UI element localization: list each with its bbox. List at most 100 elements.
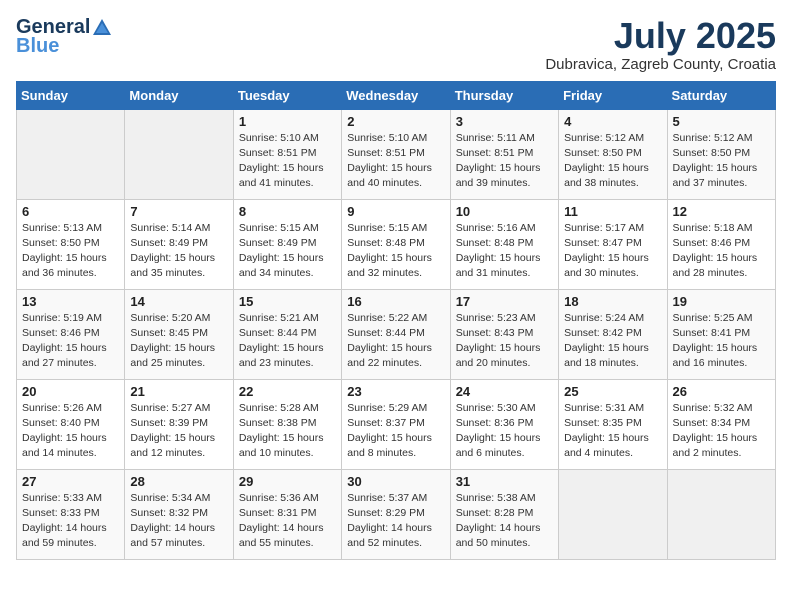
day-info-line: Daylight: 15 hours and 34 minutes. [239,251,336,281]
weekday-header: Sunday [17,81,125,109]
day-info-line: Sunrise: 5:26 AM [22,401,119,416]
day-info-line: Sunset: 8:49 PM [130,236,227,251]
calendar-cell: 21Sunrise: 5:27 AMSunset: 8:39 PMDayligh… [125,379,233,469]
day-info-line: Sunrise: 5:13 AM [22,221,119,236]
day-info-line: Sunrise: 5:36 AM [239,491,336,506]
calendar-cell: 15Sunrise: 5:21 AMSunset: 8:44 PMDayligh… [233,289,341,379]
day-info-line: Daylight: 15 hours and 30 minutes. [564,251,661,281]
calendar-cell: 18Sunrise: 5:24 AMSunset: 8:42 PMDayligh… [559,289,667,379]
day-info-line: Daylight: 15 hours and 16 minutes. [673,341,770,371]
day-number: 9 [347,204,444,219]
calendar-cell: 17Sunrise: 5:23 AMSunset: 8:43 PMDayligh… [450,289,558,379]
day-info-line: Daylight: 14 hours and 55 minutes. [239,521,336,551]
calendar-cell: 12Sunrise: 5:18 AMSunset: 8:46 PMDayligh… [667,199,775,289]
day-number: 16 [347,294,444,309]
day-info-line: Sunset: 8:51 PM [347,146,444,161]
calendar-cell: 14Sunrise: 5:20 AMSunset: 8:45 PMDayligh… [125,289,233,379]
day-info-line: Sunset: 8:39 PM [130,416,227,431]
calendar-cell: 9Sunrise: 5:15 AMSunset: 8:48 PMDaylight… [342,199,450,289]
day-info-line: Sunrise: 5:19 AM [22,311,119,326]
calendar-cell: 4Sunrise: 5:12 AMSunset: 8:50 PMDaylight… [559,109,667,199]
calendar-week-row: 20Sunrise: 5:26 AMSunset: 8:40 PMDayligh… [17,379,776,469]
day-info-line: Sunset: 8:31 PM [239,506,336,521]
weekday-header: Saturday [667,81,775,109]
day-info-line: Sunrise: 5:18 AM [673,221,770,236]
calendar-week-row: 27Sunrise: 5:33 AMSunset: 8:33 PMDayligh… [17,469,776,559]
day-info-line: Sunset: 8:51 PM [239,146,336,161]
day-info-line: Daylight: 15 hours and 12 minutes. [130,431,227,461]
calendar-cell: 13Sunrise: 5:19 AMSunset: 8:46 PMDayligh… [17,289,125,379]
location-subtitle: Dubravica, Zagreb County, Croatia [545,56,776,73]
day-info-line: Daylight: 15 hours and 27 minutes. [22,341,119,371]
day-info-line: Sunrise: 5:12 AM [564,131,661,146]
weekday-header: Wednesday [342,81,450,109]
day-number: 15 [239,294,336,309]
day-info-line: Daylight: 15 hours and 31 minutes. [456,251,553,281]
day-info-line: Sunset: 8:37 PM [347,416,444,431]
day-info-line: Sunrise: 5:20 AM [130,311,227,326]
day-info-line: Sunrise: 5:37 AM [347,491,444,506]
day-info-line: Sunrise: 5:33 AM [22,491,119,506]
day-info-line: Sunset: 8:29 PM [347,506,444,521]
day-info-line: Sunset: 8:46 PM [673,236,770,251]
day-info-line: Daylight: 15 hours and 10 minutes. [239,431,336,461]
day-number: 27 [22,474,119,489]
calendar-header-row: SundayMondayTuesdayWednesdayThursdayFrid… [17,81,776,109]
page-header: General Blue July 2025 Dubravica, Zagreb… [16,16,776,73]
day-info-line: Sunrise: 5:17 AM [564,221,661,236]
calendar-cell: 11Sunrise: 5:17 AMSunset: 8:47 PMDayligh… [559,199,667,289]
logo-icon [91,17,113,39]
day-info-line: Sunset: 8:50 PM [564,146,661,161]
calendar-cell: 8Sunrise: 5:15 AMSunset: 8:49 PMDaylight… [233,199,341,289]
calendar-cell: 19Sunrise: 5:25 AMSunset: 8:41 PMDayligh… [667,289,775,379]
day-info-line: Sunset: 8:34 PM [673,416,770,431]
day-info-line: Sunrise: 5:16 AM [456,221,553,236]
day-info-line: Sunrise: 5:11 AM [456,131,553,146]
day-number: 26 [673,384,770,399]
day-number: 31 [456,474,553,489]
day-info-line: Sunrise: 5:30 AM [456,401,553,416]
day-info-line: Sunrise: 5:10 AM [239,131,336,146]
calendar-cell: 3Sunrise: 5:11 AMSunset: 8:51 PMDaylight… [450,109,558,199]
day-info-line: Sunset: 8:38 PM [239,416,336,431]
day-info-line: Sunset: 8:40 PM [22,416,119,431]
day-info-line: Daylight: 15 hours and 38 minutes. [564,161,661,191]
calendar-cell: 10Sunrise: 5:16 AMSunset: 8:48 PMDayligh… [450,199,558,289]
calendar-cell: 20Sunrise: 5:26 AMSunset: 8:40 PMDayligh… [17,379,125,469]
month-title: July 2025 [545,16,776,56]
day-info-line: Sunset: 8:51 PM [456,146,553,161]
day-info-line: Sunset: 8:48 PM [347,236,444,251]
day-info-line: Sunrise: 5:34 AM [130,491,227,506]
day-number: 19 [673,294,770,309]
day-info-line: Daylight: 14 hours and 57 minutes. [130,521,227,551]
calendar-cell: 5Sunrise: 5:12 AMSunset: 8:50 PMDaylight… [667,109,775,199]
day-info-line: Sunrise: 5:25 AM [673,311,770,326]
day-number: 2 [347,114,444,129]
day-number: 24 [456,384,553,399]
calendar-cell: 30Sunrise: 5:37 AMSunset: 8:29 PMDayligh… [342,469,450,559]
day-info-line: Sunset: 8:50 PM [673,146,770,161]
day-info-line: Sunrise: 5:14 AM [130,221,227,236]
calendar-cell: 7Sunrise: 5:14 AMSunset: 8:49 PMDaylight… [125,199,233,289]
day-info-line: Daylight: 15 hours and 20 minutes. [456,341,553,371]
day-number: 7 [130,204,227,219]
day-number: 3 [456,114,553,129]
calendar-cell: 24Sunrise: 5:30 AMSunset: 8:36 PMDayligh… [450,379,558,469]
day-number: 14 [130,294,227,309]
day-number: 8 [239,204,336,219]
calendar-cell [125,109,233,199]
day-number: 10 [456,204,553,219]
day-info-line: Sunset: 8:32 PM [130,506,227,521]
day-info-line: Daylight: 15 hours and 14 minutes. [22,431,119,461]
calendar-cell: 2Sunrise: 5:10 AMSunset: 8:51 PMDaylight… [342,109,450,199]
day-number: 30 [347,474,444,489]
day-info-line: Sunset: 8:28 PM [456,506,553,521]
day-number: 17 [456,294,553,309]
day-info-line: Sunrise: 5:31 AM [564,401,661,416]
day-info-line: Sunset: 8:35 PM [564,416,661,431]
calendar-cell: 29Sunrise: 5:36 AMSunset: 8:31 PMDayligh… [233,469,341,559]
day-number: 6 [22,204,119,219]
calendar-cell: 26Sunrise: 5:32 AMSunset: 8:34 PMDayligh… [667,379,775,469]
day-info-line: Daylight: 15 hours and 40 minutes. [347,161,444,191]
day-info-line: Sunrise: 5:24 AM [564,311,661,326]
